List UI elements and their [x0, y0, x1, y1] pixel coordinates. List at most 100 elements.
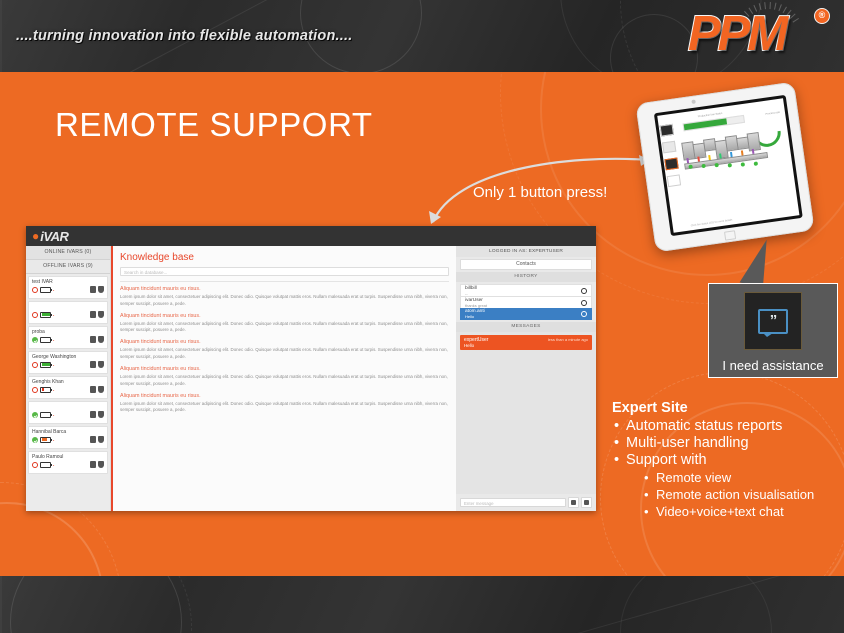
- status-indicator-icon: [32, 361, 38, 368]
- callout-text: Only 1 button press!: [473, 184, 608, 201]
- knowledge-base-article[interactable]: Aliquam tincidunt mauris eu risus. Lorem …: [120, 313, 449, 335]
- ivar-contact-name: [32, 404, 104, 410]
- divider: [120, 281, 449, 282]
- tablet-tile-4-pen[interactable]: [666, 174, 682, 188]
- phone-icon[interactable]: [98, 461, 104, 468]
- status-led-icon[interactable]: [727, 162, 733, 168]
- device-icon[interactable]: [90, 411, 96, 418]
- article-heading: Aliquam tincidunt mauris eu risus.: [120, 365, 201, 372]
- ivar-contact-name: Genghis Khan: [32, 379, 64, 385]
- tablet-tile-1[interactable]: [659, 123, 675, 137]
- feature-bullet: Support with: [614, 452, 842, 468]
- phone-icon[interactable]: [98, 436, 104, 443]
- feature-list: Expert Site Automatic status reportsMult…: [612, 400, 842, 521]
- message-input[interactable]: Enter message: [460, 498, 566, 507]
- article-body: Lorem ipsum dolor sit amet, consectetuer…: [120, 347, 448, 360]
- phone-icon[interactable]: [98, 336, 104, 343]
- article-heading: Aliquam tincidunt mauris eu risus.: [120, 339, 201, 346]
- app-sidebar: ONLINE IVARS (0) OFFLINE IVARS (9) test …: [26, 246, 111, 511]
- knowledge-base-panel: Knowledge base Search in database... Ali…: [111, 246, 456, 511]
- registered-trademark-icon: ®: [814, 8, 830, 24]
- phone-icon[interactable]: [98, 361, 104, 368]
- tablet-sidebar[interactable]: [659, 123, 682, 193]
- ivar-contact-item[interactable]: Hannibal Barca.: [28, 426, 108, 449]
- ivar-contact-name: Paulo Ramoul: [32, 454, 64, 460]
- knowledge-base-article[interactable]: Aliquam tincidunt mauris eu risus. Lorem …: [120, 286, 449, 308]
- camera-icon[interactable]: [568, 497, 579, 508]
- history-list[interactable]: billbill -- ivarUser thanks great atom.anti H…: [456, 282, 596, 320]
- ivar-contact-name: proba: [32, 329, 45, 335]
- ivar-contact-item[interactable]: proba.: [28, 326, 108, 349]
- ivar-contact-name: Hannibal Barca: [32, 429, 67, 435]
- tablet-screen: Production line status Process rate Clic…: [653, 94, 803, 237]
- expert-site-app-window: ● iVAR ONLINE IVARS (0) OFFLINE IVARS (9…: [26, 226, 596, 511]
- article-heading: Aliquam tincidunt mauris eu risus.: [120, 392, 201, 399]
- device-icon[interactable]: [90, 286, 96, 293]
- battery-icon: [40, 411, 53, 418]
- messages-header: MESSAGES: [456, 322, 596, 332]
- status-led-icon[interactable]: [714, 163, 719, 168]
- knowledge-base-article[interactable]: Aliquam tincidunt mauris eu risus. Lorem …: [120, 393, 449, 415]
- history-item[interactable]: billbill --: [460, 284, 592, 296]
- tablet-home-button[interactable]: [724, 230, 737, 241]
- feature-sub-bullet: Video+voice+text chat: [644, 504, 842, 519]
- status-indicator-icon: [32, 311, 38, 318]
- video-glyph-icon: [584, 500, 589, 505]
- history-item[interactable]: ivarUser thanks great: [460, 296, 592, 308]
- knowledge-base-search-input[interactable]: Search in database...: [120, 267, 449, 276]
- knowledge-base-article[interactable]: Aliquam tincidunt mauris eu risus. Lorem …: [120, 366, 449, 388]
- app-logo-text: iVAR: [40, 228, 69, 244]
- video-icon[interactable]: [581, 497, 592, 508]
- device-icon[interactable]: [90, 361, 96, 368]
- status-led-icon[interactable]: [753, 161, 759, 166]
- gear-icon[interactable]: [581, 287, 587, 294]
- ivar-contact-item[interactable]: .: [28, 301, 108, 324]
- app-logo: ● iVAR: [32, 228, 69, 244]
- tab-offline-ivars[interactable]: OFFLINE IVARS (9): [26, 260, 110, 274]
- device-icon[interactable]: [90, 311, 96, 318]
- dial-tick: [792, 17, 799, 23]
- status-indicator-icon: [32, 436, 38, 443]
- phone-icon[interactable]: [98, 311, 104, 318]
- knowledge-base-article[interactable]: Aliquam tincidunt mauris eu risus. Lorem …: [120, 339, 449, 361]
- page-title: REMOTE SUPPORT: [55, 106, 373, 143]
- ivar-contact-item[interactable]: .: [28, 401, 108, 424]
- phone-icon[interactable]: [98, 411, 104, 418]
- gear-icon[interactable]: [581, 311, 587, 317]
- gear-icon[interactable]: [581, 299, 587, 306]
- status-led-icon[interactable]: [740, 162, 746, 167]
- ivar-contact-item[interactable]: George Washington.: [28, 351, 108, 374]
- history-item-snippet: Hello: [465, 314, 475, 319]
- tablet-tile-2[interactable]: [661, 140, 677, 154]
- ivar-contact-item[interactable]: Paulo Ramoul.: [28, 451, 108, 474]
- feature-bullet: Multi-user handling: [614, 435, 842, 451]
- history-header: HISTORY: [456, 272, 596, 282]
- ppm-logo-text: PPM: [687, 6, 789, 62]
- device-icon[interactable]: [90, 436, 96, 443]
- phone-icon[interactable]: [98, 386, 104, 393]
- device-icon[interactable]: [90, 386, 96, 393]
- tab-online-ivars[interactable]: ONLINE IVARS (0): [26, 246, 110, 260]
- tablet-tile-3-selected[interactable]: [664, 157, 679, 171]
- ivar-contact-item[interactable]: test IVAR.: [28, 276, 108, 299]
- history-item[interactable]: atom.anti Hello: [460, 308, 592, 320]
- messages-area: expertUser less than a minute ago Hello: [456, 332, 596, 494]
- phone-icon[interactable]: [98, 286, 104, 293]
- status-indicator-icon: [32, 286, 38, 293]
- status-indicator-icon: [32, 336, 38, 343]
- ivar-contact-name: George Washington: [32, 354, 77, 360]
- battery-icon: [40, 311, 53, 318]
- feature-sub-bullet: Remote action visualisation: [644, 487, 842, 502]
- status-led-icon[interactable]: [701, 163, 706, 169]
- device-icon[interactable]: [90, 461, 96, 468]
- logged-in-status: LOGGED IN AS: EXPERTUSER: [456, 246, 596, 257]
- ivar-contact-item[interactable]: Genghis Khan.: [28, 376, 108, 399]
- feature-level2-list: Remote view Remote action visualisation Vi…: [612, 470, 842, 519]
- tablet-device: Production line status Process rate Clic…: [635, 81, 815, 253]
- contacts-button[interactable]: Contacts: [460, 259, 592, 270]
- device-icon[interactable]: [90, 336, 96, 343]
- assistance-popup[interactable]: ” I need assistance: [708, 283, 838, 378]
- ivar-contact-list[interactable]: test IVAR.. proba. George Washington. Gengh…: [26, 274, 110, 511]
- feature-sub-bullet: Remote view: [644, 470, 842, 485]
- assist-icon-box[interactable]: ”: [744, 292, 802, 350]
